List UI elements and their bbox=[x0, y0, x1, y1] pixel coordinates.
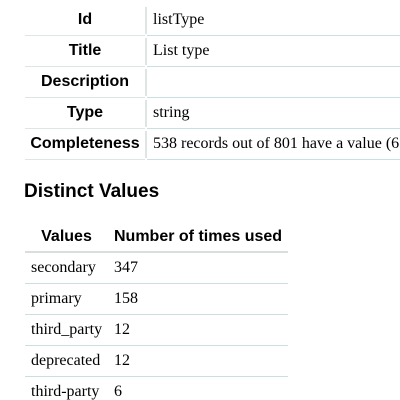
property-value: 538 records out of 801 have a value (6 bbox=[147, 129, 400, 160]
count-cell: 12 bbox=[114, 352, 130, 369]
property-label: Completeness bbox=[25, 129, 145, 160]
property-row-title: Title List type bbox=[25, 36, 400, 67]
property-value: listType bbox=[147, 5, 400, 36]
distinct-values-heading: Distinct Values bbox=[24, 181, 160, 202]
property-value bbox=[147, 67, 400, 98]
property-label: Title bbox=[25, 36, 145, 67]
table-header: Values Number of times used bbox=[25, 222, 288, 253]
table-row: third_party 12 bbox=[25, 315, 288, 346]
count-cell: 158 bbox=[114, 290, 138, 307]
count-cell: 347 bbox=[114, 259, 138, 276]
property-row-description: Description bbox=[25, 67, 400, 98]
field-properties-table: Id listType Title List type Description … bbox=[25, 5, 400, 160]
value-cell: primary bbox=[31, 290, 82, 307]
property-row-type: Type string bbox=[25, 98, 400, 129]
table-row: secondary 347 bbox=[25, 253, 288, 284]
column-header-count: Number of times used bbox=[114, 227, 283, 245]
count-cell: 12 bbox=[114, 321, 130, 338]
property-label: Type bbox=[25, 98, 145, 129]
table-row: deprecated 12 bbox=[25, 346, 288, 377]
value-cell: third-party bbox=[31, 383, 100, 400]
property-value: List type bbox=[147, 36, 400, 67]
table-row: primary 158 bbox=[25, 284, 288, 315]
property-row-id: Id listType bbox=[25, 5, 400, 36]
property-value: string bbox=[147, 98, 400, 129]
value-cell: third_party bbox=[31, 321, 103, 338]
property-row-completeness: Completeness 538 records out of 801 have… bbox=[25, 129, 400, 160]
page: Id listType Title List type Description … bbox=[0, 0, 400, 400]
value-cell: deprecated bbox=[31, 352, 101, 369]
column-header-values: Values bbox=[41, 227, 92, 245]
table-row: third-party 6 bbox=[25, 377, 288, 400]
count-cell: 6 bbox=[114, 383, 122, 400]
value-cell: secondary bbox=[31, 259, 96, 276]
property-label: Id bbox=[25, 5, 145, 36]
property-label: Description bbox=[25, 67, 145, 98]
distinct-values-table: Values Number of times used secondary 34… bbox=[25, 222, 288, 400]
